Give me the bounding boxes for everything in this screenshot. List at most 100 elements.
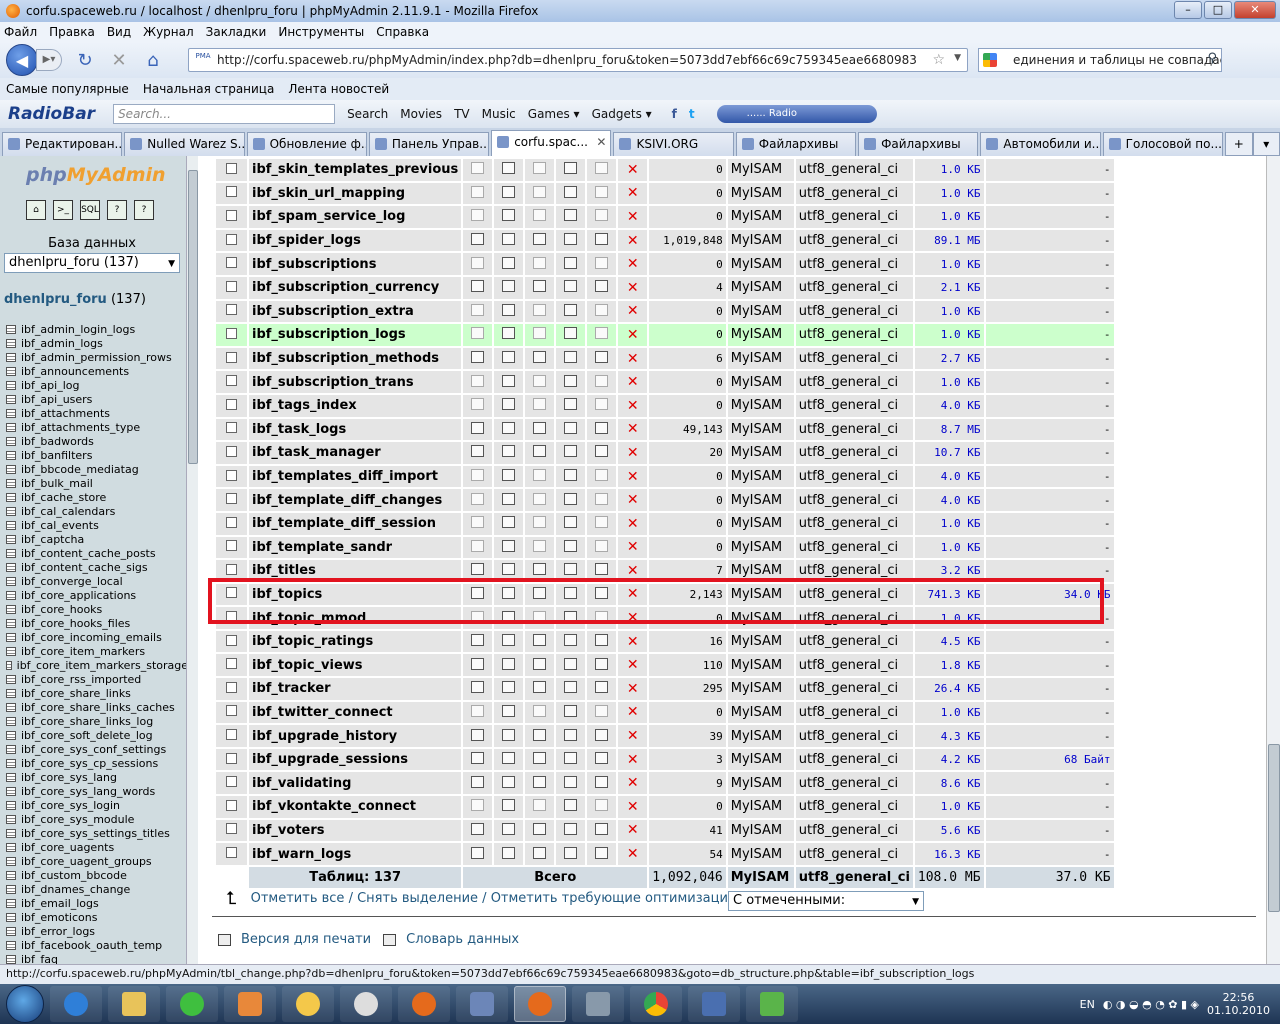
sidebar-table-item[interactable]: ibf_cal_events xyxy=(6,518,188,532)
empty-icon[interactable] xyxy=(587,796,617,818)
table-name-link[interactable]: ibf_upgrade_history xyxy=(249,725,462,747)
drop-icon[interactable]: ✕ xyxy=(618,300,648,323)
insert-icon[interactable] xyxy=(556,371,586,393)
row-checkbox[interactable] xyxy=(216,630,247,653)
table-size[interactable]: 1.0 КБ xyxy=(914,701,984,724)
row-checkbox[interactable] xyxy=(216,159,247,181)
table-size[interactable]: 1.0 КБ xyxy=(914,182,984,205)
search-icon[interactable] xyxy=(525,536,555,559)
table-icon[interactable] xyxy=(6,702,16,712)
structure-icon[interactable] xyxy=(494,536,524,559)
row-checkbox[interactable] xyxy=(216,536,247,559)
table-icon[interactable] xyxy=(6,464,16,474)
sidebar-table-name[interactable]: ibf_core_soft_delete_log xyxy=(21,729,153,742)
drop-icon[interactable]: ✕ xyxy=(618,678,648,700)
insert-icon[interactable] xyxy=(556,394,586,417)
sidebar-table-item[interactable]: ibf_cache_store xyxy=(6,490,188,504)
table-icon[interactable] xyxy=(6,730,16,740)
structure-icon[interactable] xyxy=(494,394,524,417)
radiobar-gadgets[interactable]: Gadgets ▾ xyxy=(592,107,652,121)
left-scrollbar[interactable] xyxy=(186,156,198,964)
search-icon[interactable] xyxy=(525,324,555,346)
taskbar-icq[interactable] xyxy=(166,986,218,1022)
drop-icon[interactable]: ✕ xyxy=(618,394,648,417)
drop-icon[interactable]: ✕ xyxy=(618,536,648,559)
sidebar-table-name[interactable]: ibf_core_item_markers xyxy=(21,645,145,658)
browse-icon[interactable] xyxy=(463,512,493,535)
with-selected-select[interactable]: С отмеченными: ▼ xyxy=(728,891,924,911)
taskbar-ie[interactable] xyxy=(50,986,102,1022)
row-checkbox[interactable] xyxy=(216,748,247,771)
empty-icon[interactable] xyxy=(587,159,617,181)
search-icon[interactable] xyxy=(525,843,555,865)
structure-icon[interactable] xyxy=(494,276,524,299)
table-icon[interactable] xyxy=(6,380,16,390)
table-name-link[interactable]: ibf_subscriptions xyxy=(249,253,462,275)
table-icon[interactable] xyxy=(6,478,16,488)
row-checkbox[interactable] xyxy=(216,772,247,795)
table-icon[interactable] xyxy=(6,674,16,684)
insert-icon[interactable] xyxy=(556,229,586,252)
table-name-link[interactable]: ibf_template_diff_session xyxy=(249,512,462,535)
table-size[interactable]: 2.1 КБ xyxy=(914,276,984,299)
structure-icon[interactable] xyxy=(494,371,524,393)
table-name-link[interactable]: ibf_skin_templates_previous xyxy=(249,159,462,181)
browse-icon[interactable] xyxy=(463,536,493,559)
table-icon[interactable] xyxy=(6,912,16,922)
sidebar-table-name[interactable]: ibf_core_hooks_files xyxy=(21,617,130,630)
tab-2[interactable]: Nulled Warez S... xyxy=(124,132,245,156)
structure-icon[interactable] xyxy=(494,206,524,228)
empty-icon[interactable] xyxy=(587,371,617,393)
table-name-link[interactable]: ibf_warn_logs xyxy=(249,843,462,865)
search-icon[interactable] xyxy=(525,253,555,275)
sidebar-table-name[interactable]: ibf_api_users xyxy=(21,393,92,406)
search-icon[interactable] xyxy=(525,229,555,252)
drop-icon[interactable]: ✕ xyxy=(618,324,648,346)
tab-list-button[interactable]: ▾ xyxy=(1252,132,1280,156)
empty-icon[interactable] xyxy=(587,465,617,488)
sidebar-table-name[interactable]: ibf_attachments_type xyxy=(21,421,140,434)
table-size[interactable]: 1.0 КБ xyxy=(914,536,984,559)
sidebar-table-item[interactable]: ibf_email_logs xyxy=(6,896,188,910)
table-size[interactable]: 2.7 КБ xyxy=(914,347,984,370)
sidebar-table-item[interactable]: ibf_dnames_change xyxy=(6,882,188,896)
sidebar-table-name[interactable]: ibf_core_share_links_caches xyxy=(21,701,175,714)
insert-icon[interactable] xyxy=(556,819,586,842)
row-checkbox[interactable] xyxy=(216,796,247,818)
sidebar-table-name[interactable]: ibf_content_cache_posts xyxy=(21,547,156,560)
table-size[interactable]: 10.7 КБ xyxy=(914,442,984,464)
table-name-link[interactable]: ibf_tracker xyxy=(249,678,462,700)
table-icon[interactable] xyxy=(6,534,16,544)
sidebar-table-item[interactable]: ibf_core_item_markers xyxy=(6,644,188,658)
insert-icon[interactable] xyxy=(556,206,586,228)
drop-icon[interactable]: ✕ xyxy=(618,489,648,511)
browse-icon[interactable] xyxy=(463,725,493,747)
sidebar-table-item[interactable]: ibf_core_share_links_log xyxy=(6,714,188,728)
table-size[interactable]: 4.0 КБ xyxy=(914,465,984,488)
bookmark-home-page[interactable]: Начальная страница xyxy=(143,82,275,96)
table-size[interactable]: 5.6 КБ xyxy=(914,819,984,842)
insert-icon[interactable] xyxy=(556,489,586,511)
sidebar-table-name[interactable]: ibf_cache_store xyxy=(21,491,106,504)
table-name-link[interactable]: ibf_spam_service_log xyxy=(249,206,462,228)
insert-icon[interactable] xyxy=(556,442,586,464)
menu-view[interactable]: Вид xyxy=(107,25,131,39)
table-icon[interactable] xyxy=(6,324,16,334)
empty-icon[interactable] xyxy=(587,300,617,323)
radiobar-movies[interactable]: Movies xyxy=(400,107,442,121)
browse-icon[interactable] xyxy=(463,630,493,653)
drop-icon[interactable]: ✕ xyxy=(618,182,648,205)
empty-icon[interactable] xyxy=(587,394,617,417)
drop-icon[interactable]: ✕ xyxy=(618,701,648,724)
taskbar-firefox-active[interactable] xyxy=(514,986,566,1022)
search-icon[interactable] xyxy=(525,772,555,795)
taskbar-app12[interactable] xyxy=(688,986,740,1022)
empty-icon[interactable] xyxy=(587,748,617,771)
drop-icon[interactable]: ✕ xyxy=(618,442,648,464)
sidebar-table-item[interactable]: ibf_attachments_type xyxy=(6,420,188,434)
table-icon[interactable] xyxy=(6,394,16,404)
sidebar-table-name[interactable]: ibf_email_logs xyxy=(21,897,99,910)
drop-icon[interactable]: ✕ xyxy=(618,276,648,299)
sidebar-table-item[interactable]: ibf_core_share_links xyxy=(6,686,188,700)
empty-icon[interactable] xyxy=(587,819,617,842)
